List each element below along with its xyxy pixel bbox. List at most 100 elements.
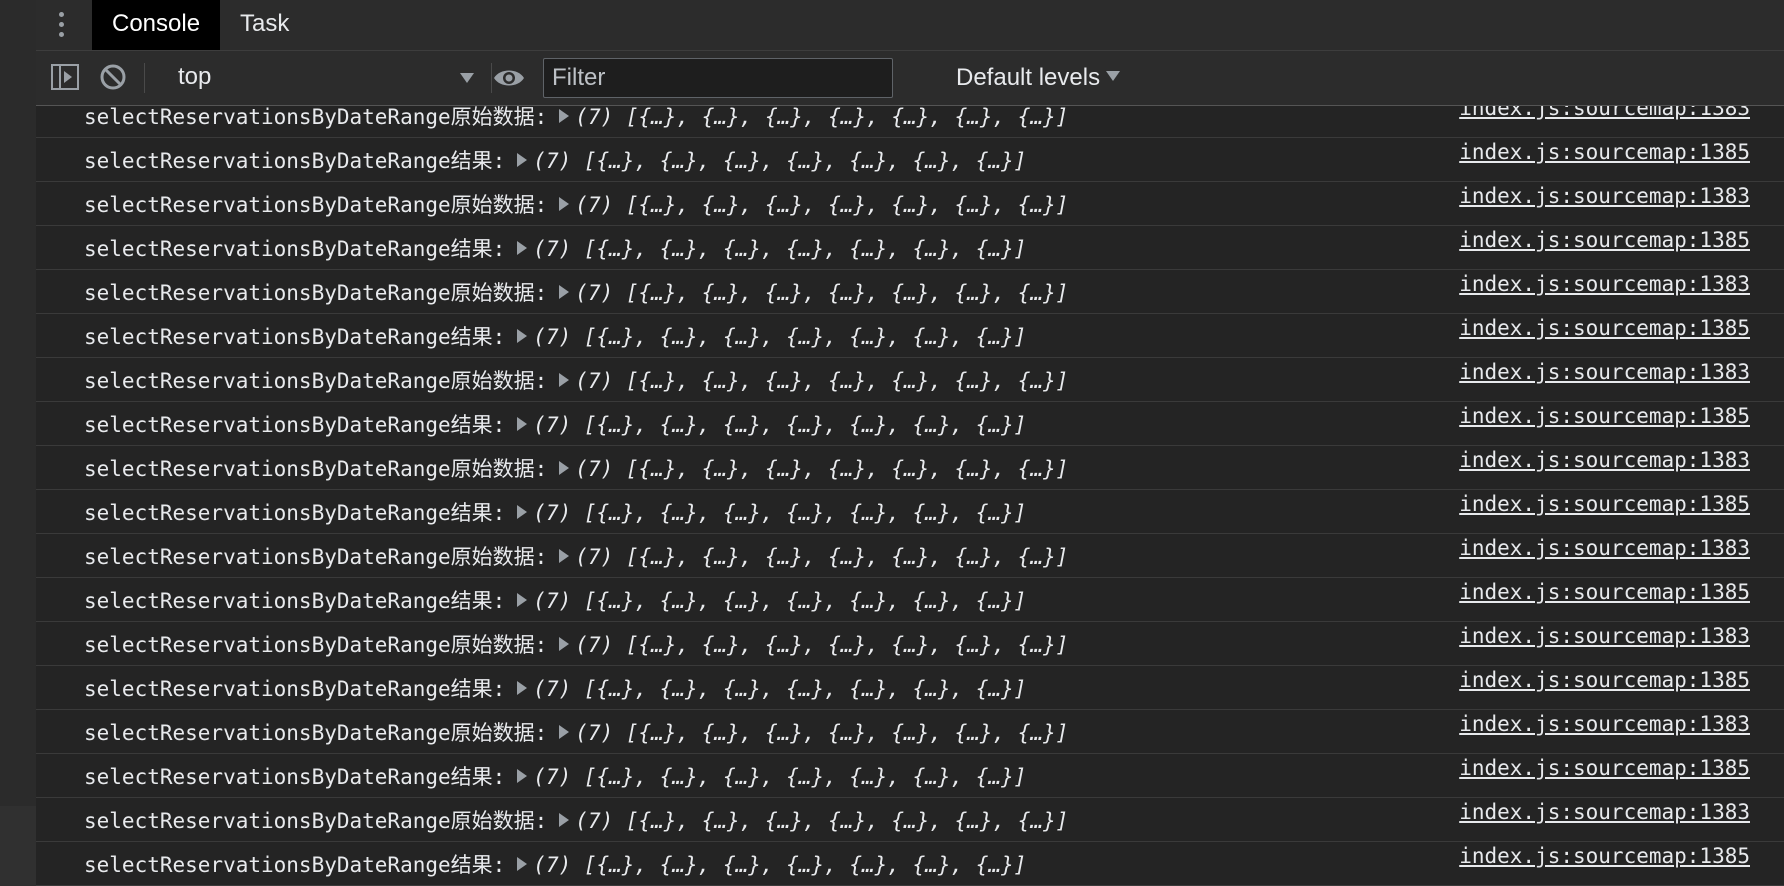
chevron-down-icon bbox=[1106, 70, 1121, 81]
message-array-preview[interactable]: (7) [{…}, {…}, {…}, {…}, {…}, {…}, {…}] bbox=[575, 633, 1068, 657]
message-array-preview[interactable]: (7) [{…}, {…}, {…}, {…}, {…}, {…}, {…}] bbox=[575, 106, 1068, 129]
console-message: selectReservationsByDateRange原始数据: (7) [{… bbox=[36, 182, 1784, 226]
message-label: selectReservationsByDateRange结果: bbox=[84, 589, 506, 613]
console-message: selectReservationsByDateRange结果: (7) [{…}… bbox=[36, 842, 1784, 886]
source-link[interactable]: index.js:sourcemap:1385 bbox=[1459, 580, 1750, 604]
console-message: selectReservationsByDateRange原始数据: (7) [{… bbox=[36, 622, 1784, 666]
message-array-preview[interactable]: (7) [{…}, {…}, {…}, {…}, {…}, {…}, {…}] bbox=[533, 149, 1026, 173]
message-array-preview[interactable]: (7) [{…}, {…}, {…}, {…}, {…}, {…}, {…}] bbox=[533, 237, 1026, 261]
message-array-preview[interactable]: (7) [{…}, {…}, {…}, {…}, {…}, {…}, {…}] bbox=[575, 281, 1068, 305]
source-link[interactable]: index.js:sourcemap:1383 bbox=[1459, 272, 1750, 296]
left-gutter bbox=[0, 0, 36, 886]
message-array-preview[interactable]: (7) [{…}, {…}, {…}, {…}, {…}, {…}, {…}] bbox=[533, 325, 1026, 349]
tab-console[interactable]: Console bbox=[92, 0, 221, 50]
context-selector-label: top bbox=[178, 63, 212, 90]
expand-triangle-icon[interactable] bbox=[517, 769, 528, 783]
console-message: selectReservationsByDateRange结果: (7) [{…}… bbox=[36, 666, 1784, 710]
console-message: selectReservationsByDateRange结果: (7) [{…}… bbox=[36, 490, 1784, 534]
expand-triangle-icon[interactable] bbox=[517, 329, 528, 343]
message-label: selectReservationsByDateRange原始数据: bbox=[84, 369, 548, 393]
expand-triangle-icon[interactable] bbox=[517, 417, 528, 431]
expand-triangle-icon[interactable] bbox=[559, 285, 570, 299]
message-array-preview[interactable]: (7) [{…}, {…}, {…}, {…}, {…}, {…}, {…}] bbox=[533, 589, 1026, 613]
message-array-preview[interactable]: (7) [{…}, {…}, {…}, {…}, {…}, {…}, {…}] bbox=[575, 193, 1068, 217]
tab-task[interactable]: Task bbox=[220, 0, 309, 50]
sidebar-toggle-icon[interactable] bbox=[50, 62, 80, 92]
message-array-preview[interactable]: (7) [{…}, {…}, {…}, {…}, {…}, {…}, {…}] bbox=[575, 545, 1068, 569]
expand-triangle-icon[interactable] bbox=[559, 813, 570, 827]
expand-triangle-icon[interactable] bbox=[517, 593, 528, 607]
message-array-preview[interactable]: (7) [{…}, {…}, {…}, {…}, {…}, {…}, {…}] bbox=[533, 765, 1026, 789]
message-array-preview[interactable]: (7) [{…}, {…}, {…}, {…}, {…}, {…}, {…}] bbox=[533, 677, 1026, 701]
source-link[interactable]: index.js:sourcemap:1383 bbox=[1459, 448, 1750, 472]
filter-input[interactable] bbox=[543, 58, 893, 98]
source-link[interactable]: index.js:sourcemap:1385 bbox=[1459, 140, 1750, 164]
console-message: selectReservationsByDateRange结果: (7) [{…}… bbox=[36, 578, 1784, 622]
context-selector[interactable]: top bbox=[178, 59, 478, 97]
message-label: selectReservationsByDateRange结果: bbox=[84, 853, 506, 877]
expand-triangle-icon[interactable] bbox=[517, 857, 528, 871]
source-link[interactable]: index.js:sourcemap:1383 bbox=[1459, 800, 1750, 824]
gutter-bottom bbox=[0, 806, 36, 886]
expand-triangle-icon[interactable] bbox=[559, 373, 570, 387]
message-array-preview[interactable]: (7) [{…}, {…}, {…}, {…}, {…}, {…}, {…}] bbox=[575, 369, 1068, 393]
devtools-panel: Console Task top Filter Default levels s… bbox=[36, 0, 1784, 886]
message-label: selectReservationsByDateRange原始数据: bbox=[84, 281, 548, 305]
source-link[interactable]: index.js:sourcemap:1385 bbox=[1459, 756, 1750, 780]
message-label: selectReservationsByDateRange结果: bbox=[84, 413, 506, 437]
expand-triangle-icon[interactable] bbox=[559, 725, 570, 739]
expand-triangle-icon[interactable] bbox=[559, 109, 570, 123]
expand-triangle-icon[interactable] bbox=[559, 461, 570, 475]
console-message: selectReservationsByDateRange结果: (7) [{…}… bbox=[36, 402, 1784, 446]
expand-triangle-icon[interactable] bbox=[559, 197, 570, 211]
console-message: selectReservationsByDateRange原始数据: (7) [{… bbox=[36, 710, 1784, 754]
console-message: selectReservationsByDateRange原始数据: (7) [{… bbox=[36, 446, 1784, 490]
tab-bar: Console Task bbox=[36, 0, 1784, 51]
message-label: selectReservationsByDateRange结果: bbox=[84, 237, 506, 261]
log-levels-dropdown[interactable]: Default levels bbox=[956, 64, 1121, 92]
source-link[interactable]: index.js:sourcemap:1385 bbox=[1459, 228, 1750, 252]
message-array-preview[interactable]: (7) [{…}, {…}, {…}, {…}, {…}, {…}, {…}] bbox=[575, 809, 1068, 833]
chevron-down-icon bbox=[460, 73, 474, 83]
source-link[interactable]: index.js:sourcemap:1383 bbox=[1459, 536, 1750, 560]
message-label: selectReservationsByDateRange原始数据: bbox=[84, 633, 548, 657]
message-label: selectReservationsByDateRange原始数据: bbox=[84, 545, 548, 569]
toolbar-divider bbox=[144, 63, 145, 93]
log-levels-label: Default levels bbox=[956, 64, 1101, 91]
expand-triangle-icon[interactable] bbox=[517, 681, 528, 695]
console-message: selectReservationsByDateRange原始数据: (7) [{… bbox=[36, 358, 1784, 402]
source-link[interactable]: index.js:sourcemap:1383 bbox=[1459, 624, 1750, 648]
source-link[interactable]: index.js:sourcemap:1383 bbox=[1459, 106, 1750, 120]
message-label: selectReservationsByDateRange原始数据: bbox=[84, 193, 548, 217]
expand-triangle-icon[interactable] bbox=[517, 153, 528, 167]
source-link[interactable]: index.js:sourcemap:1385 bbox=[1459, 316, 1750, 340]
source-link[interactable]: index.js:sourcemap:1383 bbox=[1459, 184, 1750, 208]
kebab-menu-icon[interactable] bbox=[56, 10, 66, 40]
expand-triangle-icon[interactable] bbox=[517, 505, 528, 519]
source-link[interactable]: index.js:sourcemap:1385 bbox=[1459, 492, 1750, 516]
message-array-preview[interactable]: (7) [{…}, {…}, {…}, {…}, {…}, {…}, {…}] bbox=[533, 501, 1026, 525]
console-messages: selectReservationsByDateRange原始数据: (7) [{… bbox=[36, 106, 1784, 886]
console-message: selectReservationsByDateRange结果: (7) [{…}… bbox=[36, 226, 1784, 270]
source-link[interactable]: index.js:sourcemap:1385 bbox=[1459, 844, 1750, 868]
console-toolbar: top Default levels bbox=[36, 51, 1784, 106]
source-link[interactable]: index.js:sourcemap:1383 bbox=[1459, 712, 1750, 736]
source-link[interactable]: index.js:sourcemap:1385 bbox=[1459, 668, 1750, 692]
expand-triangle-icon[interactable] bbox=[517, 241, 528, 255]
console-message: selectReservationsByDateRange原始数据: (7) [{… bbox=[36, 106, 1784, 138]
message-array-preview[interactable]: (7) [{…}, {…}, {…}, {…}, {…}, {…}, {…}] bbox=[533, 413, 1026, 437]
message-label: selectReservationsByDateRange结果: bbox=[84, 501, 506, 525]
expand-triangle-icon[interactable] bbox=[559, 549, 570, 563]
message-array-preview[interactable]: (7) [{…}, {…}, {…}, {…}, {…}, {…}, {…}] bbox=[533, 853, 1026, 877]
message-label: selectReservationsByDateRange原始数据: bbox=[84, 106, 548, 129]
message-array-preview[interactable]: (7) [{…}, {…}, {…}, {…}, {…}, {…}, {…}] bbox=[575, 457, 1068, 481]
clear-console-icon[interactable] bbox=[98, 62, 128, 92]
message-array-preview[interactable]: (7) [{…}, {…}, {…}, {…}, {…}, {…}, {…}] bbox=[575, 721, 1068, 745]
source-link[interactable]: index.js:sourcemap:1383 bbox=[1459, 360, 1750, 384]
expand-triangle-icon[interactable] bbox=[559, 637, 570, 651]
message-label: selectReservationsByDateRange结果: bbox=[84, 677, 506, 701]
source-link[interactable]: index.js:sourcemap:1385 bbox=[1459, 404, 1750, 428]
eye-icon[interactable] bbox=[492, 65, 526, 91]
message-label: selectReservationsByDateRange结果: bbox=[84, 765, 506, 789]
message-label: selectReservationsByDateRange结果: bbox=[84, 149, 506, 173]
